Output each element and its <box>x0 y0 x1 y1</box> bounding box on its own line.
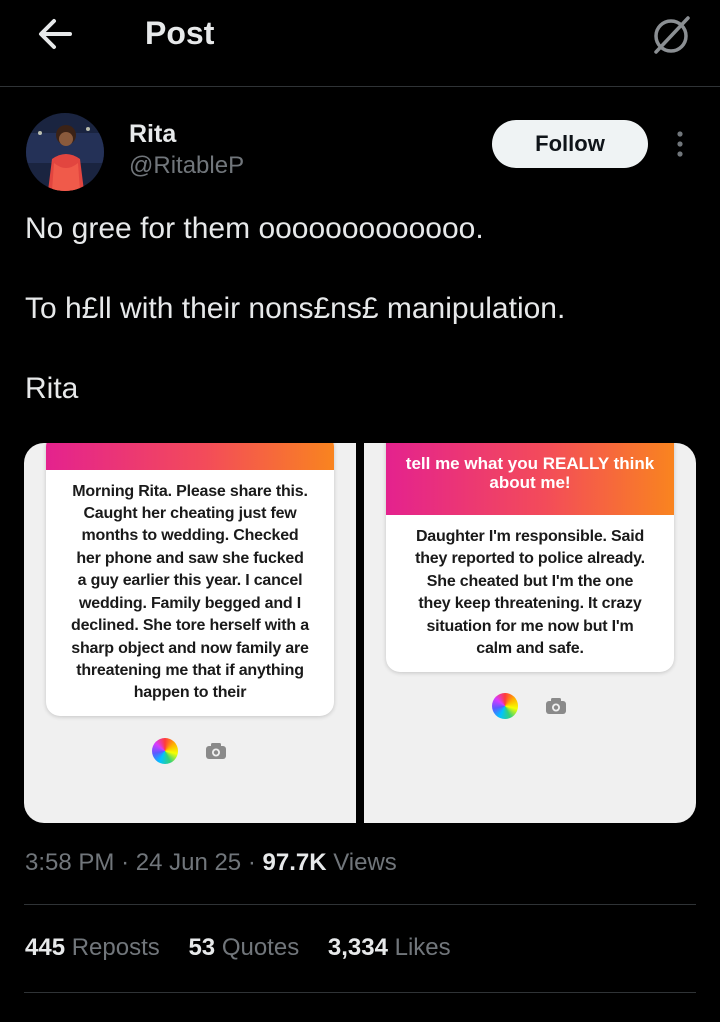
author-name[interactable]: Rita <box>129 120 176 149</box>
question-prompt-line: tell me what you REALLY think <box>405 454 655 473</box>
card-text-line: Morning Rita. Please share this. <box>72 483 308 500</box>
reposts-count: 445 <box>25 934 66 961</box>
card-text-line: her phone and saw she fucked <box>76 550 304 567</box>
card-text-line: sharp object and now family are <box>71 640 309 657</box>
post-date[interactable]: 24 Jun 25 <box>136 849 241 876</box>
page-title: Post <box>145 15 215 51</box>
grok-button[interactable] <box>648 12 694 58</box>
camera-icon <box>546 698 566 714</box>
views-label: Views <box>333 849 397 876</box>
likes-label: Likes <box>394 934 451 961</box>
quotes-count: 53 <box>188 934 216 961</box>
views-count: 97.7K <box>262 849 327 876</box>
camera-icon <box>206 743 226 759</box>
card-text-line: calm and safe. <box>476 640 584 657</box>
color-wheel-icon <box>152 738 178 764</box>
card-text-line: situation for me now but I'm <box>426 618 634 635</box>
message-card: Morning Rita. Please share this. Caught … <box>46 443 334 716</box>
avatar[interactable] <box>26 113 104 191</box>
separator: · <box>247 849 256 876</box>
reposts-stat[interactable]: 445 Reposts <box>25 934 160 961</box>
card-gradient-header: tell me what you REALLY think about me! <box>386 443 674 515</box>
more-options-button[interactable] <box>668 126 692 162</box>
post-meta: 3:58 PM · 24 Jun 25 · 97.7K Views <box>25 849 397 877</box>
card-text-line: Daughter I'm responsible. Said <box>415 528 645 545</box>
divider <box>24 904 696 905</box>
color-wheel-icon <box>492 693 518 719</box>
card-text-line: declined. She tore herself with a <box>71 617 309 634</box>
card-text-line: She cheated but I'm the one <box>426 573 634 590</box>
separator: · <box>121 849 130 876</box>
card-text-line: they keep threatening. It crazy <box>418 595 642 612</box>
tweet-text-line: No gree for them ooooooooooooo. <box>25 212 484 245</box>
card-text-line: Caught her cheating just few <box>83 505 297 522</box>
card-text-line: months to wedding. Checked <box>81 527 299 544</box>
tweet-text-line: To h£ll with their nons£ns£ manipulation… <box>25 292 566 325</box>
grok-icon <box>654 16 690 54</box>
arrow-left-icon <box>39 19 72 49</box>
card-text-line: happen to their <box>133 684 247 701</box>
quotes-label: Quotes <box>221 934 300 961</box>
media-image-left[interactable]: Morning Rita. Please share this. Caught … <box>24 443 356 823</box>
likes-stat[interactable]: 3,334 Likes <box>328 934 451 961</box>
media-image-right[interactable]: tell me what you REALLY think about me! … <box>364 443 696 823</box>
media-gallery: Morning Rita. Please share this. Caught … <box>24 443 696 823</box>
reposts-label: Reposts <box>71 934 160 961</box>
question-card: tell me what you REALLY think about me! … <box>386 443 674 672</box>
question-prompt-line: about me! <box>489 473 571 492</box>
card-text-line: they reported to police already. <box>415 550 645 567</box>
card-gradient-header <box>46 443 334 470</box>
quotes-stat[interactable]: 53 Quotes <box>188 934 299 961</box>
divider <box>24 992 696 993</box>
follow-button[interactable]: Follow <box>492 120 648 168</box>
back-button[interactable] <box>34 14 78 54</box>
card-text-line: wedding. Family begged and I <box>79 595 301 612</box>
tweet-text-line: Rita <box>25 372 79 405</box>
top-bar: Post <box>0 0 720 87</box>
card-text-line: a guy earlier this year. I cancel <box>77 572 303 589</box>
author-handle[interactable]: @RitableP <box>129 152 244 180</box>
post-time[interactable]: 3:58 PM <box>25 849 114 876</box>
profile-photo <box>26 113 104 191</box>
more-vertical-icon <box>677 131 683 157</box>
card-text-line: threatening me that if anything <box>76 662 304 679</box>
engagement-stats: 445 Reposts 53 Quotes 3,334 Likes <box>25 934 473 962</box>
likes-count: 3,334 <box>327 934 388 961</box>
